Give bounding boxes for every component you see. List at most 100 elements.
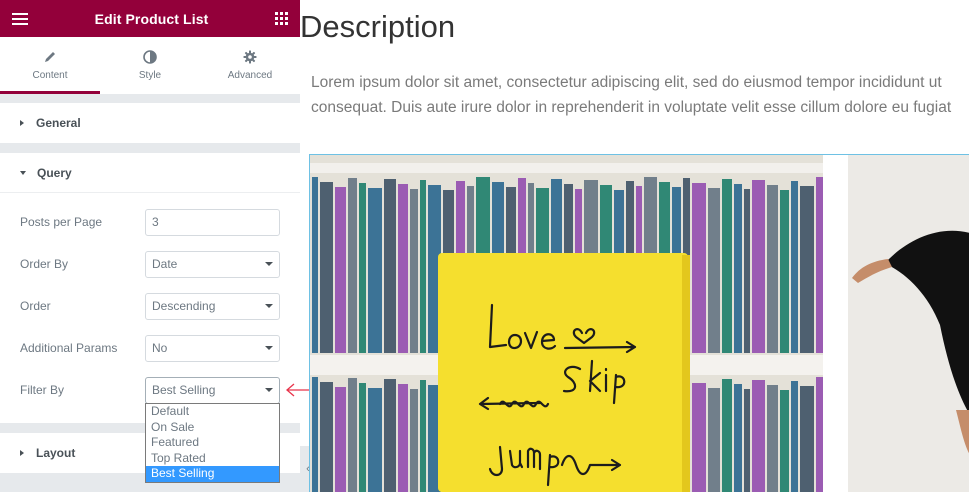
chevron-down-icon [265, 262, 273, 266]
order-by-select[interactable]: Date [145, 250, 280, 278]
additional-params-select[interactable]: No [145, 334, 280, 362]
section-query-toggle[interactable]: Query [0, 153, 300, 193]
shelf-book-spine [410, 189, 418, 353]
order-select[interactable]: Descending [145, 292, 280, 320]
hamburger-icon[interactable] [12, 12, 28, 25]
caret-right-icon [20, 450, 24, 456]
section-general: General [0, 103, 300, 144]
shelf-book-spine [744, 389, 750, 492]
filter-by-label: Filter By [20, 383, 65, 397]
control-order: Order Descending [20, 285, 280, 327]
shelf-book-spine [734, 384, 742, 492]
control-additional-params: Additional Params No [20, 327, 280, 369]
panel-tabs: Content Style Advanced [0, 37, 300, 94]
order-label: Order [20, 299, 51, 313]
shelf-book-spine [800, 386, 814, 492]
filter-option-featured[interactable]: Featured [146, 435, 279, 451]
section-general-label: General [36, 116, 81, 130]
posts-per-page-value: 3 [152, 215, 159, 229]
posts-per-page-label: Posts per Page [20, 215, 103, 229]
shelf-book-spine [780, 390, 789, 492]
posts-per-page-input[interactable]: 3 [145, 208, 280, 236]
shelf-book-spine [359, 383, 366, 492]
page-preview: Description Lorem ipsum dolor sit amet, … [300, 0, 969, 492]
shelf-book-spine [816, 177, 823, 353]
shelf-book-spine [384, 179, 396, 353]
panel-header: Edit Product List [0, 0, 300, 37]
filter-by-select[interactable]: Best Selling [145, 376, 280, 404]
gear-icon [243, 50, 257, 64]
filter-by-dropdown: Default On Sale Featured Top Rated Best … [145, 403, 280, 483]
shelf-book-spine [816, 377, 823, 492]
shelf-book-spine [752, 380, 765, 492]
shelf-book-spine [312, 177, 318, 353]
product-images [309, 154, 969, 492]
shelf-book-spine [744, 189, 750, 353]
shelf-book-spine [312, 377, 318, 492]
filter-option-default[interactable]: Default [146, 404, 279, 420]
shelf-book-spine [320, 382, 333, 492]
query-controls: Posts per Page 3 Order By Date Order Des… [0, 193, 300, 423]
shelf-book-spine [734, 184, 742, 353]
shelf-book-spine [800, 186, 814, 353]
grid-icon[interactable] [274, 12, 288, 25]
shelf-book-spine [368, 188, 382, 353]
shelf-book-spine [398, 384, 408, 492]
filter-option-best-selling[interactable]: Best Selling [146, 466, 279, 482]
product-image-book[interactable] [310, 155, 823, 492]
chevron-down-icon [265, 388, 273, 392]
yellow-book [438, 253, 690, 492]
caret-down-icon [20, 170, 26, 175]
shelf-book-spine [752, 180, 765, 353]
shelf-book-spine [722, 379, 732, 492]
panel-title: Edit Product List [94, 10, 209, 27]
shelf-book-spine [348, 178, 357, 353]
product-image-dress[interactable] [848, 155, 969, 492]
filter-by-value: Best Selling [152, 383, 216, 397]
shelf-book-spine [384, 379, 396, 492]
section-query: Query Posts per Page 3 Order By Date Ord… [0, 153, 300, 424]
section-layout-label: Layout [36, 446, 76, 460]
shelf-book-spine [708, 188, 720, 353]
shelf-book-spine [410, 389, 418, 492]
chevron-down-icon [265, 346, 273, 350]
shelf-book-spine [420, 380, 426, 492]
section-query-label: Query [37, 165, 72, 180]
bookshelf-photo [310, 155, 823, 492]
caret-right-icon [20, 120, 24, 126]
paragraph-line-1: Lorem ipsum dolor sit amet, consectetur … [311, 74, 942, 91]
page-title: Description [300, 9, 456, 44]
shelf-book-spine [335, 187, 346, 353]
shelf-book-spine [368, 388, 382, 492]
shelf-book-spine [692, 383, 706, 492]
shelf-book-spine [398, 184, 408, 353]
tab-style-label: Style [138, 70, 162, 81]
shelf-book-spine [791, 381, 798, 492]
filter-option-on-sale[interactable]: On Sale [146, 420, 279, 436]
filter-option-top-rated[interactable]: Top Rated [146, 451, 279, 467]
additional-params-value: No [152, 341, 168, 355]
shelf-book-spine [359, 183, 366, 353]
shelf-book-spine [320, 182, 333, 353]
control-order-by: Order By Date [20, 243, 280, 285]
shelf-book-spine [767, 385, 778, 492]
chevron-down-icon [265, 304, 273, 308]
tab-style[interactable]: Style [100, 37, 200, 94]
shelf-book-spine [335, 387, 346, 492]
tab-content[interactable]: Content [0, 37, 100, 94]
shelf-book-spine [708, 388, 720, 492]
shelf-book-spine [780, 190, 789, 353]
control-posts-per-page: Posts per Page 3 [20, 201, 280, 243]
tab-advanced-label: Advanced [227, 70, 273, 81]
dress-photo [848, 155, 969, 492]
order-value: Descending [152, 299, 216, 313]
shelf-book-spine [420, 180, 426, 353]
shelf-book-spine [722, 179, 732, 353]
additional-params-label: Additional Params [20, 341, 118, 355]
shelf-book-spine [791, 181, 798, 353]
tab-advanced[interactable]: Advanced [200, 37, 300, 94]
section-general-toggle[interactable]: General [0, 103, 300, 143]
shelf-book-spine [692, 183, 706, 353]
pencil-icon [45, 52, 55, 62]
order-by-value: Date [152, 257, 178, 271]
